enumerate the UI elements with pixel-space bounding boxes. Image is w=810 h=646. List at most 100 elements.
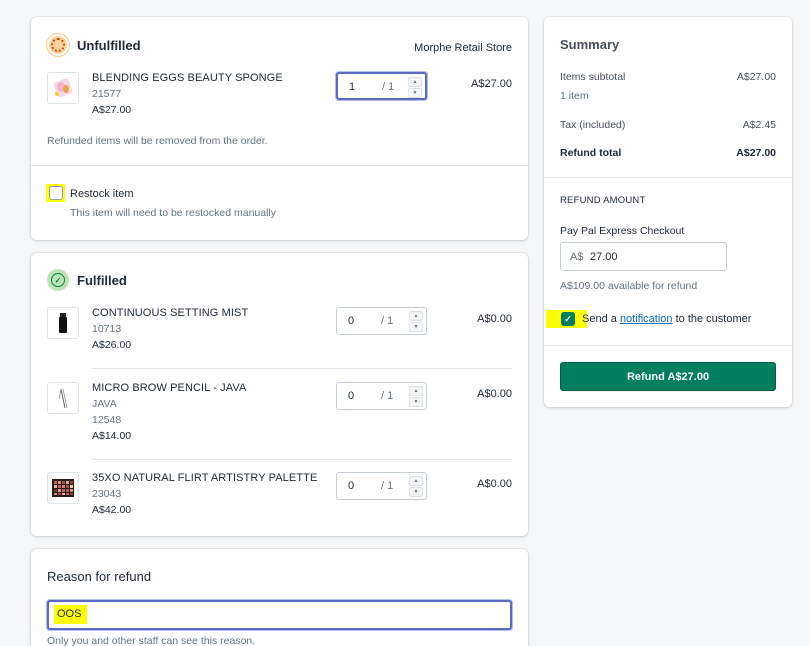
notify-suffix: to the customer bbox=[675, 313, 752, 325]
stepper-arrows[interactable]: ▲ ▼ bbox=[408, 77, 422, 98]
unfulfilled-status-icon bbox=[47, 34, 69, 56]
tax-row: Tax (included) A$2.45 bbox=[560, 119, 776, 131]
notification-link[interactable]: notification bbox=[620, 313, 673, 325]
notify-prefix: Send a bbox=[582, 313, 617, 325]
item-info: CONTINUOUS SETTING MIST 10713 A$26.00 bbox=[92, 307, 248, 351]
line-item: BLENDING EGGS BEAUTY SPONGE 21577 A$27.0… bbox=[47, 72, 512, 132]
sponge-product-icon bbox=[53, 78, 73, 98]
item-sku: 10713 bbox=[92, 323, 122, 335]
quantity-value[interactable]: 1 bbox=[349, 81, 355, 93]
increment-icon[interactable]: ▲ bbox=[409, 311, 423, 321]
quantity-stepper[interactable]: 0 / 1 ▲ ▼ bbox=[336, 472, 427, 500]
line-total: A$0.00 bbox=[477, 478, 512, 490]
item-sku: 23043 bbox=[92, 488, 122, 500]
notification-text: Send a notification to the customer bbox=[582, 313, 751, 325]
item-price: A$42.00 bbox=[92, 504, 132, 516]
quantity-max: / 1 bbox=[381, 390, 394, 402]
decrement-icon[interactable]: ▼ bbox=[408, 88, 422, 98]
reason-input[interactable]: OOS bbox=[47, 600, 512, 630]
stepper-arrows[interactable]: ▲ ▼ bbox=[409, 311, 423, 332]
line-total: A$27.00 bbox=[471, 78, 512, 90]
reason-card: Reason for refund OOS Only you and other… bbox=[31, 549, 528, 646]
divider bbox=[544, 177, 792, 178]
restock-help-text: This item will need to be restocked manu… bbox=[70, 207, 277, 219]
unfulfilled-title: Unfulfilled bbox=[77, 37, 141, 53]
brow-pencil-icon bbox=[58, 388, 68, 409]
product-thumbnail bbox=[47, 472, 79, 504]
increment-icon[interactable]: ▲ bbox=[409, 386, 423, 396]
refund-note: Refunded items will be removed from the … bbox=[47, 135, 268, 147]
decrement-icon[interactable]: ▼ bbox=[409, 397, 423, 407]
product-thumbnail bbox=[47, 307, 79, 339]
available-for-refund: A$109.00 available for refund bbox=[560, 280, 698, 292]
quantity-max: / 1 bbox=[382, 81, 395, 93]
checkmark-icon: ✓ bbox=[564, 313, 572, 324]
refund-amount-heading: REFUND AMOUNT bbox=[560, 195, 646, 206]
mist-bottle-icon bbox=[59, 313, 67, 333]
divider bbox=[92, 368, 512, 369]
divider bbox=[544, 345, 792, 346]
refund-amount-value[interactable]: 27.00 bbox=[590, 251, 618, 263]
currency-prefix: A$ bbox=[570, 251, 584, 263]
divider bbox=[92, 459, 512, 460]
line-total: A$0.00 bbox=[477, 388, 512, 400]
quantity-value[interactable]: 0 bbox=[348, 315, 354, 327]
restock-label: Restock item bbox=[70, 188, 134, 200]
refund-amount-input[interactable]: A$ 27.00 bbox=[560, 242, 727, 271]
decrement-icon[interactable]: ▼ bbox=[409, 487, 423, 497]
quantity-value[interactable]: 0 bbox=[348, 390, 354, 402]
item-info: MICRO BROW PENCIL - JAVA JAVA 12548 A$14… bbox=[92, 382, 246, 442]
line-total: A$0.00 bbox=[477, 313, 512, 325]
divider bbox=[31, 165, 528, 166]
unfulfilled-card: Unfulfilled Morphe Retail Store BLENDING… bbox=[31, 17, 528, 240]
gateway-label: Pay Pal Express Checkout bbox=[560, 225, 685, 237]
quantity-value[interactable]: 0 bbox=[348, 480, 354, 492]
refund-total-row: Refund total A$27.00 bbox=[560, 147, 776, 159]
increment-icon[interactable]: ▲ bbox=[408, 77, 422, 87]
item-variant: JAVA bbox=[92, 398, 117, 410]
item-name: MICRO BROW PENCIL - JAVA bbox=[92, 382, 247, 394]
item-price: A$14.00 bbox=[92, 430, 132, 442]
restock-checkbox[interactable] bbox=[49, 186, 63, 200]
unfulfilled-header: Unfulfilled bbox=[47, 34, 141, 56]
summary-card: Summary Items subtotal A$27.00 1 item Ta… bbox=[544, 17, 792, 407]
line-item: CONTINUOUS SETTING MIST 10713 A$26.00 0 … bbox=[47, 307, 512, 367]
line-item: MICRO BROW PENCIL - JAVA JAVA 12548 A$14… bbox=[47, 382, 512, 442]
quantity-max: / 1 bbox=[381, 480, 394, 492]
item-name: CONTINUOUS SETTING MIST bbox=[92, 307, 249, 319]
tax-label: Tax (included) bbox=[560, 119, 626, 131]
item-price: A$26.00 bbox=[92, 339, 132, 351]
quantity-stepper[interactable]: 0 / 1 ▲ ▼ bbox=[336, 307, 427, 335]
product-thumbnail bbox=[47, 72, 79, 104]
item-name: 35XO NATURAL FLIRT ARTISTRY PALETTE bbox=[92, 472, 318, 484]
increment-icon[interactable]: ▲ bbox=[409, 476, 423, 486]
item-sku: 21577 bbox=[92, 88, 122, 100]
item-name: BLENDING EGGS BEAUTY SPONGE bbox=[92, 72, 283, 84]
item-count: 1 item bbox=[560, 90, 589, 102]
item-price: A$27.00 bbox=[92, 104, 132, 116]
stepper-arrows[interactable]: ▲ ▼ bbox=[409, 386, 423, 407]
refund-total-value: A$27.00 bbox=[736, 147, 776, 159]
tax-value: A$2.45 bbox=[742, 119, 776, 131]
line-item: 35XO NATURAL FLIRT ARTISTRY PALETTE 2304… bbox=[47, 472, 512, 532]
refund-button[interactable]: Refund A$27.00 bbox=[560, 362, 776, 391]
fulfilled-card: ✓ Fulfilled CONTINUOUS SETTING MIST 1071… bbox=[31, 253, 528, 536]
quantity-stepper[interactable]: 1 / 1 ▲ ▼ bbox=[336, 72, 427, 100]
item-info: BLENDING EGGS BEAUTY SPONGE 21577 A$27.0… bbox=[92, 72, 283, 116]
items-subtotal-value: A$27.00 bbox=[736, 71, 776, 83]
product-thumbnail bbox=[47, 382, 79, 414]
reason-value[interactable]: OOS bbox=[57, 608, 81, 620]
item-sku: 12548 bbox=[92, 414, 122, 426]
palette-icon bbox=[52, 479, 74, 497]
summary-title: Summary bbox=[560, 37, 620, 52]
decrement-icon[interactable]: ▼ bbox=[409, 322, 423, 332]
items-subtotal-row: Items subtotal A$27.00 bbox=[560, 71, 776, 83]
refund-total-label: Refund total bbox=[560, 147, 622, 159]
send-notification-checkbox[interactable]: ✓ bbox=[561, 312, 575, 326]
item-info: 35XO NATURAL FLIRT ARTISTRY PALETTE 2304… bbox=[92, 472, 317, 516]
reason-title: Reason for refund bbox=[47, 569, 152, 584]
stepper-arrows[interactable]: ▲ ▼ bbox=[409, 476, 423, 497]
quantity-stepper[interactable]: 0 / 1 ▲ ▼ bbox=[336, 382, 427, 410]
fulfilled-status-icon: ✓ bbox=[47, 269, 69, 291]
fulfilled-header: ✓ Fulfilled bbox=[47, 269, 127, 291]
